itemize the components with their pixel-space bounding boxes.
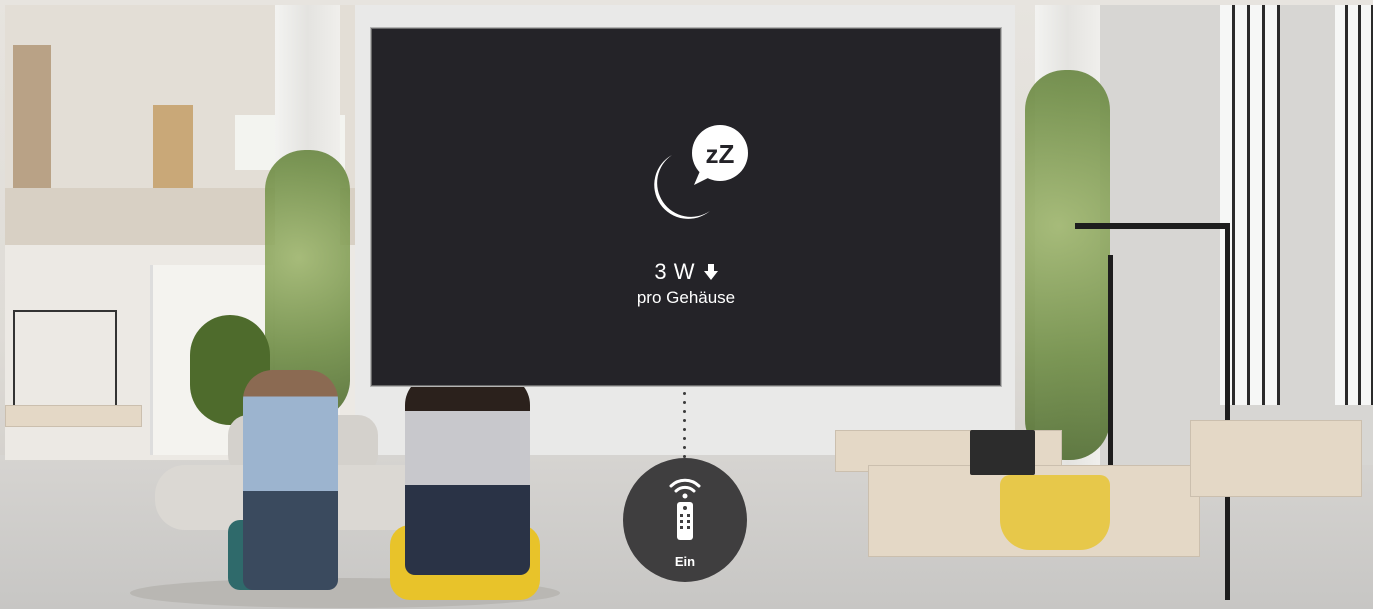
remote-power-button[interactable]: Ein bbox=[623, 458, 747, 582]
bookshelf bbox=[153, 105, 193, 190]
floor-lamp-pole bbox=[1108, 255, 1113, 465]
yellow-chair bbox=[1000, 475, 1110, 550]
moon-zzz-icon: zZ bbox=[632, 119, 752, 229]
ivy-right bbox=[1025, 70, 1110, 460]
connector-dots bbox=[683, 392, 687, 462]
floor-lamp-arm bbox=[1075, 223, 1230, 229]
remote-control-icon bbox=[669, 478, 701, 540]
arrow-down-icon bbox=[703, 260, 718, 286]
remote-button-label: Ein bbox=[674, 554, 696, 569]
power-value-text: 3 W bbox=[654, 259, 695, 284]
svg-text:zZ: zZ bbox=[706, 139, 735, 169]
person-man bbox=[243, 370, 338, 590]
tall-window bbox=[1335, 5, 1373, 405]
laptop bbox=[970, 430, 1035, 475]
bookshelf bbox=[13, 45, 51, 190]
power-value: 3 W bbox=[372, 259, 1000, 286]
floor-lamp-pole bbox=[1225, 225, 1230, 600]
person-woman bbox=[405, 375, 530, 575]
shelving-unit bbox=[13, 310, 117, 414]
desk bbox=[5, 405, 142, 427]
led-display-screen: zZ 3 W pro Gehäuse bbox=[371, 28, 1001, 386]
power-caption: pro Gehäuse bbox=[636, 288, 736, 307]
desk bbox=[1190, 420, 1362, 497]
